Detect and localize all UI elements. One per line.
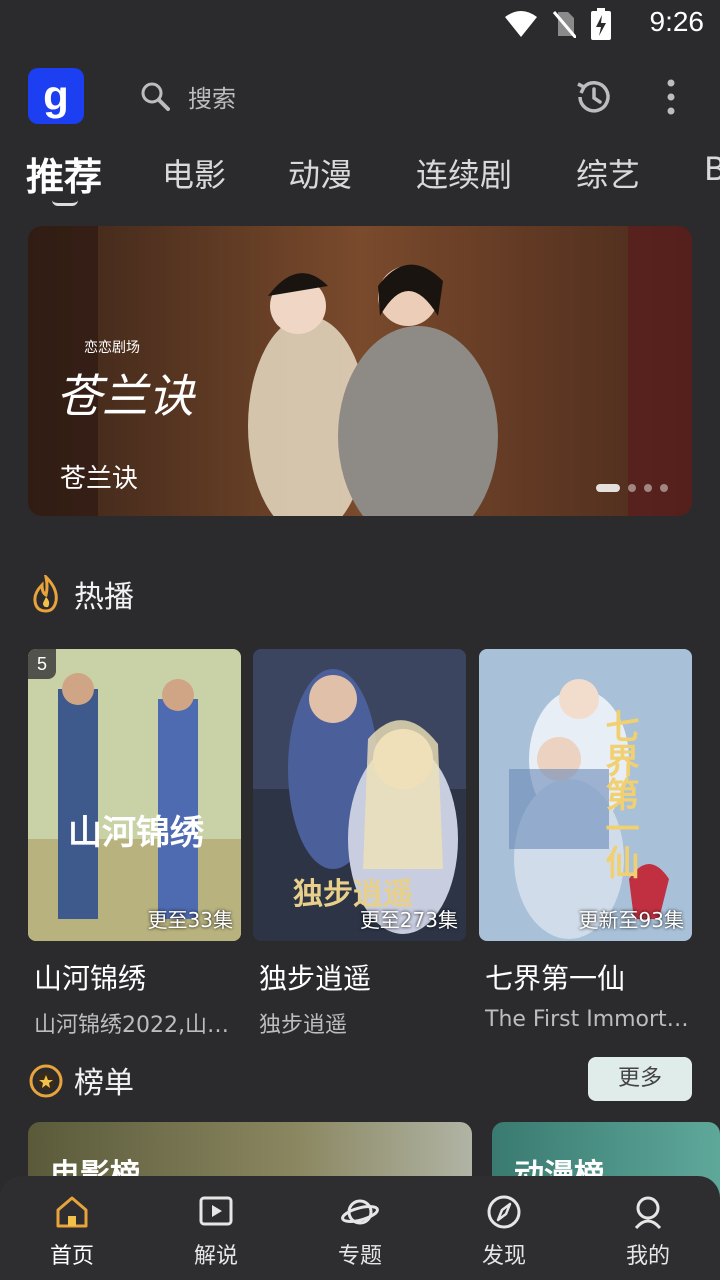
tab-series[interactable]: 连续剧 bbox=[416, 150, 512, 196]
bottom-navigation: 首页 解说 专题 发现 我的 bbox=[0, 1176, 720, 1280]
nav-discover-label: 发现 bbox=[481, 1244, 526, 1269]
nav-home[interactable]: 首页 bbox=[22, 1194, 122, 1270]
tab-variety[interactable]: 综艺 bbox=[576, 150, 640, 196]
tab-indicator bbox=[52, 200, 78, 206]
nav-commentary[interactable]: 解说 bbox=[166, 1194, 266, 1270]
banner-logo-title: 苍兰诀 bbox=[56, 369, 196, 423]
update-badge: 更至273集 bbox=[359, 908, 458, 932]
nav-profile-label: 我的 bbox=[625, 1244, 670, 1269]
nav-home-label: 首页 bbox=[49, 1244, 94, 1269]
update-badge: 更至33集 bbox=[147, 908, 233, 932]
history-icon[interactable] bbox=[572, 76, 614, 118]
category-tabs: 推荐 电影 动漫 连续剧 综艺 B bbox=[0, 150, 720, 210]
hot-section-title: 热播 bbox=[74, 580, 134, 615]
user-icon bbox=[634, 1196, 662, 1230]
update-badge: 更新至93集 bbox=[578, 908, 684, 932]
top-bar: g 搜索 bbox=[0, 66, 720, 126]
tab-recommend[interactable]: 推荐 bbox=[26, 150, 102, 201]
wifi-icon bbox=[505, 11, 537, 37]
hot-card[interactable]: 山河锦绣 5 更至33集 山河锦绣 山河锦绣2022,山… bbox=[28, 649, 241, 1039]
rank-badge: 5 bbox=[28, 649, 56, 679]
card-subtitle: 独步逍遥 bbox=[259, 1013, 348, 1038]
battery-charging-icon bbox=[591, 8, 611, 40]
pager-dot-active bbox=[596, 484, 620, 492]
nav-discover[interactable]: 发现 bbox=[454, 1194, 554, 1270]
status-time: 9:26 bbox=[649, 6, 705, 37]
ranking-more-button[interactable]: 更多 bbox=[588, 1057, 692, 1101]
status-icons bbox=[504, 8, 612, 40]
card-title: 独步逍遥 bbox=[259, 962, 372, 995]
nav-profile[interactable]: 我的 bbox=[598, 1194, 698, 1270]
card-title: 山河锦绣 bbox=[34, 962, 147, 995]
card-subtitle: The First Immort… bbox=[485, 1007, 689, 1032]
search-bar[interactable]: 搜索 bbox=[140, 66, 540, 126]
poster-title: 山河锦绣 bbox=[68, 813, 205, 853]
planet-icon bbox=[341, 1199, 379, 1225]
poster: 山河锦绣 5 更至33集 bbox=[28, 649, 241, 941]
pager-dot bbox=[644, 484, 652, 492]
medal-icon bbox=[29, 1064, 63, 1098]
pager-dot bbox=[628, 484, 636, 492]
tab-movies[interactable]: 电影 bbox=[162, 150, 226, 196]
banner-studio-logo: 恋恋剧场苍兰诀 bbox=[56, 339, 196, 423]
more-menu-icon[interactable] bbox=[656, 76, 686, 118]
poster-title: 七界第一仙 bbox=[599, 709, 639, 879]
pager-dot bbox=[660, 484, 668, 492]
featured-banner[interactable]: 恋恋剧场苍兰诀 苍兰诀 bbox=[28, 226, 692, 516]
search-icon bbox=[141, 82, 170, 111]
hot-section-header: 热播 bbox=[28, 570, 134, 618]
video-icon bbox=[199, 1196, 233, 1226]
banner-pager bbox=[596, 484, 668, 492]
card-title: 七界第一仙 bbox=[485, 962, 626, 995]
tab-anime[interactable]: 动漫 bbox=[288, 150, 352, 196]
card-subtitle: 山河锦绣2022,山… bbox=[34, 1013, 229, 1038]
banner-caption: 苍兰诀 bbox=[60, 464, 139, 494]
compass-icon bbox=[487, 1195, 521, 1229]
status-bar: 9:26 bbox=[0, 0, 720, 50]
search-placeholder: 搜索 bbox=[188, 84, 236, 113]
nav-commentary-label: 解说 bbox=[193, 1244, 238, 1269]
home-icon bbox=[56, 1196, 88, 1228]
flame-icon bbox=[33, 575, 58, 613]
poster: 独步逍遥 更至273集 bbox=[253, 649, 466, 941]
banner-studio-name: 恋恋剧场 bbox=[84, 339, 140, 356]
no-sim-icon bbox=[552, 11, 576, 38]
ranking-section-title: 榜单 bbox=[74, 1066, 134, 1101]
ranking-section-header: 榜单 bbox=[28, 1056, 134, 1104]
app-logo[interactable]: g bbox=[28, 68, 84, 124]
nav-topics-label: 专题 bbox=[337, 1244, 382, 1269]
hot-card[interactable]: 七界第一仙 更新至93集 七界第一仙 The First Immort… bbox=[479, 649, 692, 1032]
poster: 七界第一仙 更新至93集 bbox=[479, 649, 692, 941]
hot-card[interactable]: 独步逍遥 更至273集 独步逍遥 独步逍遥 bbox=[253, 649, 466, 1039]
tab-overflow[interactable]: B bbox=[704, 150, 720, 188]
nav-topics[interactable]: 专题 bbox=[310, 1194, 410, 1270]
